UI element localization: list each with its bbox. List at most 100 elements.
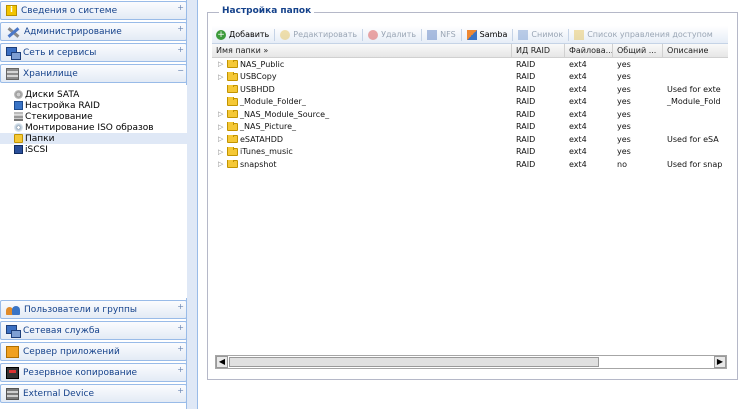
table-row[interactable]: USBHDD RAID ext4 yes Used for exte: [212, 83, 728, 96]
column-header-raid[interactable]: ИД RAID: [512, 44, 565, 57]
column-header-filesystem[interactable]: Файлова...: [565, 44, 613, 57]
toolbar-separator: [274, 28, 276, 41]
folder-name-cell: ▷ _NAS_Picture_: [212, 122, 512, 131]
collapse-icon[interactable]: −: [177, 66, 184, 75]
expand-icon[interactable]: +: [177, 323, 184, 332]
add-button[interactable]: + Добавить: [212, 27, 273, 43]
section-label: Сведения о системе: [21, 5, 118, 16]
table-row[interactable]: ▷ _NAS_Picture_ RAID ext4 yes: [212, 121, 728, 134]
delete-label: Удалить: [381, 30, 417, 39]
toolbar-separator: [421, 28, 423, 41]
folder-icon: [227, 97, 238, 106]
snapshot-button[interactable]: Снимок: [514, 27, 567, 43]
folder-name: NAS_Public: [240, 59, 285, 69]
delete-button[interactable]: Удалить: [364, 27, 420, 43]
shared-cell: yes: [617, 109, 631, 119]
section-storage[interactable]: Хранилище −: [0, 64, 187, 83]
expand-arrow-icon[interactable]: ▷: [218, 73, 226, 81]
tools-icon: [6, 26, 20, 38]
column-header-shared[interactable]: Общий ...: [613, 44, 663, 57]
iso-icon: [14, 123, 23, 132]
table-row[interactable]: ▷ NAS_Public RAID ext4 yes: [212, 58, 728, 71]
section-external-device[interactable]: External Device +: [0, 384, 187, 403]
shared-cell: yes: [617, 59, 631, 69]
expand-icon[interactable]: +: [177, 302, 184, 311]
column-header-name[interactable]: Имя папки »: [212, 44, 512, 57]
expand-arrow-icon[interactable]: ▷: [218, 60, 226, 68]
shared-cell: yes: [617, 134, 631, 144]
column-label: Файлова...: [569, 46, 613, 55]
table-row[interactable]: ▷ iTunes_music RAID ext4 yes: [212, 146, 728, 159]
raid-id-cell: RAID: [516, 84, 536, 94]
info-icon: i: [6, 5, 17, 16]
expand-arrow-icon[interactable]: ▷: [218, 110, 226, 118]
filesystem-cell: ext4: [569, 147, 587, 157]
tree-item-label: Папки: [25, 133, 55, 144]
table-row[interactable]: ▷ snapshot RAID ext4 no Used for snap: [212, 158, 728, 171]
shared-cell: yes: [617, 122, 631, 132]
table-row[interactable]: ▷ USBCopy RAID ext4 yes: [212, 71, 728, 84]
edit-button[interactable]: Редактировать: [276, 27, 361, 43]
tree-item-iso-mount[interactable]: Монтирование ISO образов: [0, 122, 187, 133]
toolbar: + Добавить Редактировать Удалить NFS Sam…: [212, 26, 728, 44]
expand-icon[interactable]: +: [177, 3, 184, 12]
shared-cell: yes: [617, 84, 631, 94]
expand-arrow-icon[interactable]: ▷: [218, 123, 226, 131]
tree-item-folders[interactable]: Папки: [0, 133, 187, 144]
column-label: Описание: [667, 46, 709, 55]
raid-id-cell: RAID: [516, 59, 536, 69]
folder-name: _NAS_Module_Source_: [240, 109, 330, 119]
section-system-info[interactable]: i Сведения о системе +: [0, 1, 187, 20]
table-row[interactable]: ▷ _NAS_Module_Source_ RAID ext4 yes: [212, 108, 728, 121]
description-cell: Used for eSA: [667, 134, 719, 144]
network-service-icon: [6, 324, 21, 338]
section-network-service[interactable]: Сетевая служба +: [0, 321, 187, 340]
samba-button[interactable]: Samba: [463, 27, 512, 43]
expand-icon[interactable]: +: [177, 24, 184, 33]
scroll-right-icon[interactable]: ▶: [714, 356, 726, 368]
table-row[interactable]: _Module_Folder_ RAID ext4 yes _Module_Fold: [212, 96, 728, 109]
expand-icon[interactable]: +: [177, 45, 184, 54]
expand-icon[interactable]: +: [177, 386, 184, 395]
storage-tree: Диски SATA Настройка RAID Стекирование М…: [0, 85, 187, 298]
panel-title: Настройка папок: [219, 6, 315, 16]
folder-name: eSATAHDD: [240, 134, 284, 144]
network-icon: [6, 46, 21, 60]
section-network[interactable]: Сеть и сервисы +: [0, 43, 187, 62]
folder-name-cell: ▷ snapshot: [212, 159, 512, 169]
nfs-button[interactable]: NFS: [423, 27, 460, 43]
tree-item-label: Стекирование: [25, 111, 93, 122]
section-app-server[interactable]: Сервер приложений +: [0, 342, 187, 361]
expand-arrow-icon[interactable]: ▷: [218, 148, 226, 156]
section-label: Сервер приложений: [23, 346, 120, 357]
horizontal-scrollbar[interactable]: ◀ ▶: [215, 355, 727, 369]
description-cell: Used for snap: [667, 159, 723, 169]
tree-item-iscsi[interactable]: iSCSI: [0, 144, 187, 155]
acl-button[interactable]: Список управления доступом: [570, 27, 717, 43]
scroll-left-icon[interactable]: ◀: [216, 356, 228, 368]
tree-item-sata-disks[interactable]: Диски SATA: [0, 89, 187, 100]
raid-id-cell: RAID: [516, 134, 536, 144]
expand-icon[interactable]: +: [177, 365, 184, 374]
table-row[interactable]: ▷ eSATAHDD RAID ext4 yes Used for eSA: [212, 133, 728, 146]
users-icon: [6, 304, 20, 316]
scroll-thumb[interactable]: [229, 357, 599, 367]
add-label: Добавить: [229, 30, 270, 39]
expand-icon[interactable]: +: [177, 344, 184, 353]
acl-label: Список управления доступом: [587, 30, 713, 39]
expand-arrow-icon[interactable]: ▷: [218, 135, 226, 143]
edit-label: Редактировать: [293, 30, 358, 39]
tree-item-stacking[interactable]: Стекирование: [0, 111, 187, 122]
folder-icon: [14, 134, 23, 143]
tree-item-label: iSCSI: [25, 144, 48, 155]
section-backup[interactable]: Резервное копирование +: [0, 363, 187, 382]
tree-item-label: Диски SATA: [25, 89, 80, 100]
folder-name: iTunes_music: [240, 147, 293, 157]
section-administration[interactable]: Администрирование +: [0, 22, 187, 41]
tree-item-raid[interactable]: Настройка RAID: [0, 100, 187, 111]
section-label: Резервное копирование: [23, 367, 138, 378]
column-header-description[interactable]: Описание: [663, 44, 728, 57]
expand-arrow-icon[interactable]: ▷: [218, 160, 226, 168]
raid-icon: [14, 101, 23, 110]
section-users-groups[interactable]: Пользователи и группы +: [0, 300, 187, 319]
